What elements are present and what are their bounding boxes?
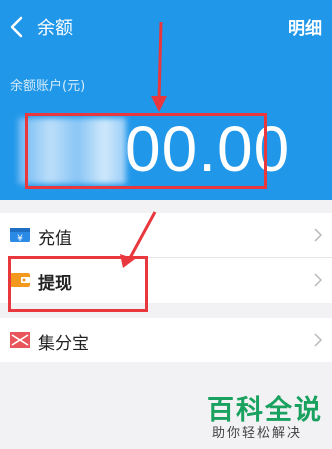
account-label: 余额账户(元) [10,79,86,94]
watermark-subtitle: 助你轻松解决 [212,426,303,441]
page-title: 余额 [37,18,73,39]
menu-item-jifenbao[interactable]: 集分宝 [0,318,332,362]
menu-item-recharge[interactable]: ¥ 充值 [0,213,332,257]
back-icon[interactable] [7,15,27,39]
svg-text:¥: ¥ [17,234,23,243]
annotation-box-balance [25,113,267,189]
chevron-right-icon [314,333,322,347]
chevron-right-icon [314,273,322,287]
nav-bar: 余额 明细 [0,0,332,56]
chevron-right-icon [314,228,322,242]
recharge-icon: ¥ [10,228,30,243]
menu-item-label: 充值 [38,229,72,249]
detail-link[interactable]: 明细 [288,14,322,39]
jifenbao-icon [10,332,30,348]
annotation-box-withdraw [8,256,148,312]
menu-item-label: 集分宝 [38,334,89,354]
menu-group-points: 集分宝 [0,318,332,362]
